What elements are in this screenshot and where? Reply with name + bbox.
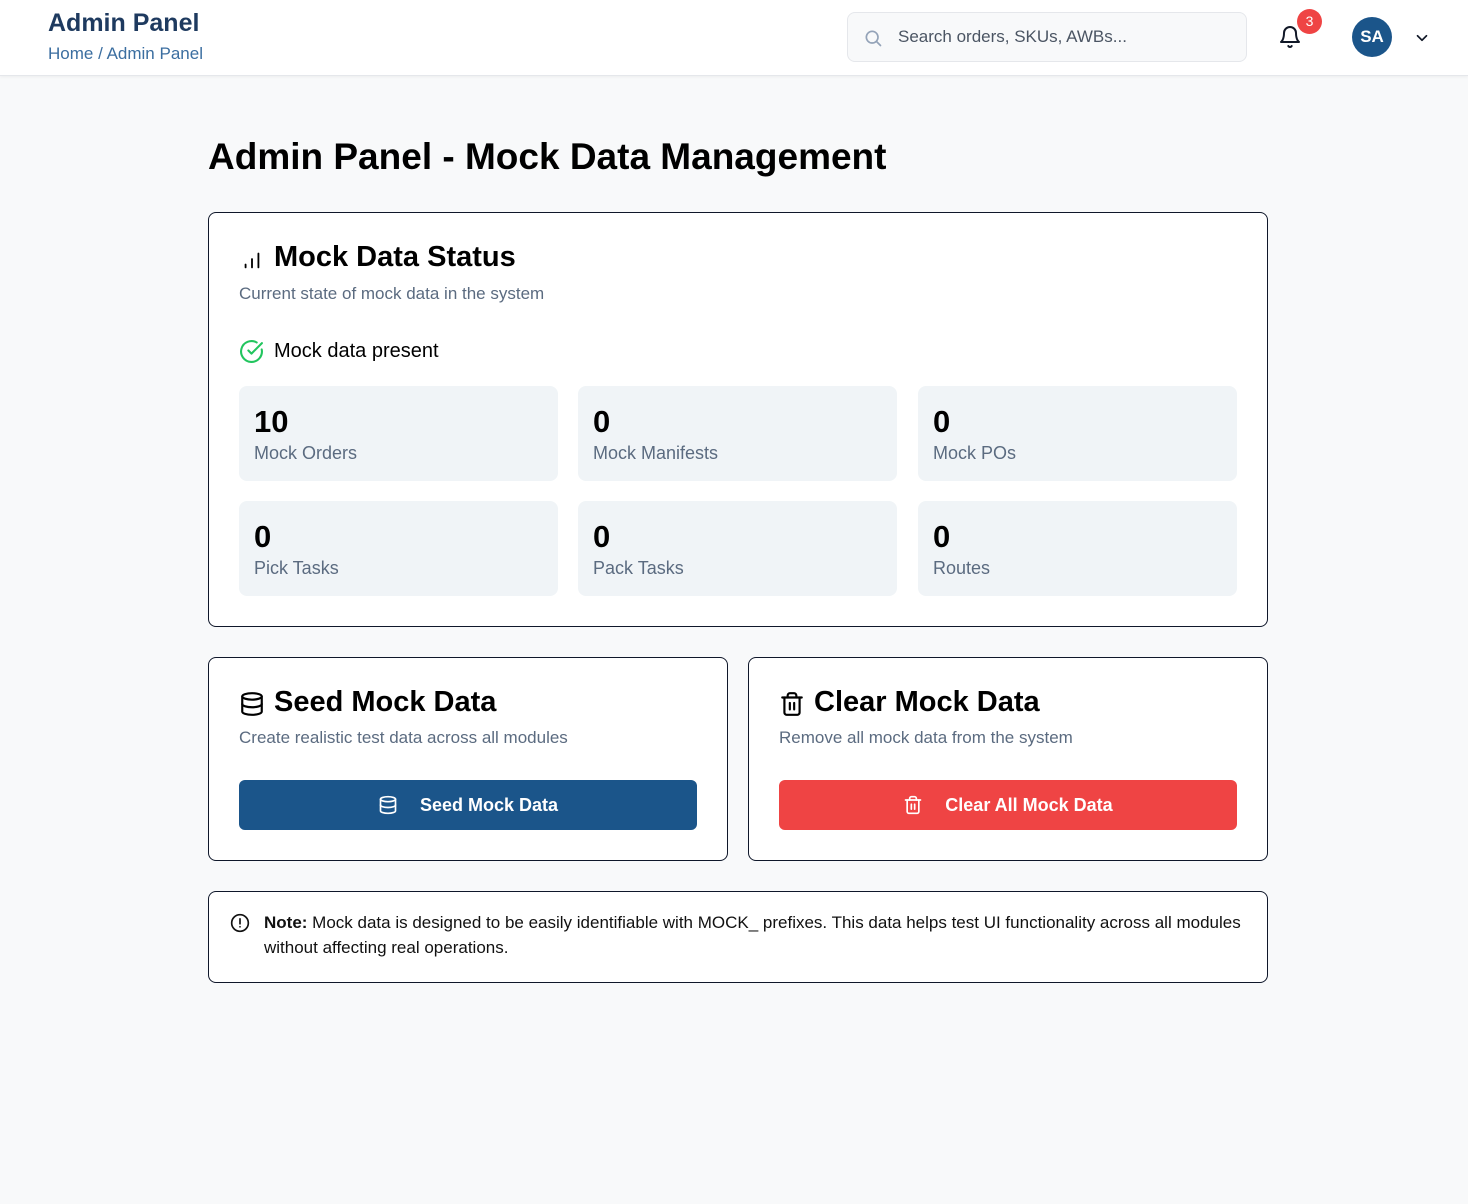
chevron-down-icon[interactable] [1413, 29, 1431, 47]
stat-label: Pick Tasks [254, 558, 339, 578]
note-label: Note: [264, 913, 308, 932]
trash-icon [781, 692, 803, 716]
note-alert: Note: Mock data is designed to be easily… [208, 891, 1268, 983]
stat-label: Pack Tasks [593, 558, 684, 578]
stat-label: Routes [933, 558, 991, 578]
clear-card-title: Clear Mock Data [814, 686, 1040, 718]
clear-all-mock-data-button[interactable]: Clear All Mock Data [779, 780, 1237, 830]
stat-value: 10 [254, 404, 289, 439]
status-card-subtitle: Current state of mock data in the system [239, 284, 545, 303]
status-card-title: Mock Data Status [274, 241, 516, 273]
stat-value: 0 [933, 404, 951, 439]
seed-card-subtitle: Create realistic test data across all mo… [239, 728, 568, 747]
database-icon [241, 692, 263, 716]
top-bar: Admin Panel Home / Admin Panel 3 SA [0, 0, 1468, 76]
note-body: Mock data is designed to be easily ident… [264, 913, 1241, 957]
stat-pick-tasks: 0 Pick Tasks [239, 501, 558, 596]
bar-chart-icon [244, 252, 260, 269]
clear-button-label: Clear All Mock Data [945, 794, 1113, 815]
notification-badge: 3 [1297, 9, 1322, 34]
search-icon [865, 30, 882, 47]
stat-value: 0 [254, 519, 272, 554]
status-text: Mock data present [274, 340, 439, 362]
stat-mock-manifests: 0 Mock Manifests [578, 386, 897, 481]
note-text: Note: Mock data is designed to be easily… [264, 910, 1254, 960]
seed-mock-data-card: Seed Mock Data Create realistic test dat… [208, 657, 728, 861]
stat-mock-pos: 0 Mock POs [918, 386, 1237, 481]
mock-data-status-card: Mock Data Status Current state of mock d… [208, 212, 1268, 627]
app-title: Admin Panel [48, 9, 200, 37]
clear-mock-data-card: Clear Mock Data Remove all mock data fro… [748, 657, 1268, 861]
search-box[interactable] [847, 12, 1247, 62]
seed-button-label: Seed Mock Data [419, 794, 559, 815]
stat-mock-orders: 10 Mock Orders [239, 386, 558, 481]
clear-card-subtitle: Remove all mock data from the system [779, 728, 1073, 747]
breadcrumb[interactable]: Home / Admin Panel [48, 44, 203, 64]
check-circle-icon [240, 340, 263, 363]
seed-mock-data-button[interactable]: Seed Mock Data [239, 780, 697, 830]
page-title: Admin Panel - Mock Data Management [208, 136, 887, 177]
seed-card-title: Seed Mock Data [274, 686, 497, 718]
avatar[interactable]: SA [1352, 17, 1392, 57]
info-icon [230, 913, 250, 933]
database-icon [379, 795, 397, 815]
stat-label: Mock Orders [254, 443, 358, 463]
stat-label: Mock POs [933, 443, 1017, 463]
search-input[interactable] [898, 13, 1238, 61]
stat-pack-tasks: 0 Pack Tasks [578, 501, 897, 596]
stat-value: 0 [593, 404, 611, 439]
stat-value: 0 [933, 519, 951, 554]
stat-value: 0 [593, 519, 611, 554]
trash-icon [904, 795, 922, 815]
stat-label: Mock Manifests [593, 443, 719, 463]
stat-routes: 0 Routes [918, 501, 1237, 596]
